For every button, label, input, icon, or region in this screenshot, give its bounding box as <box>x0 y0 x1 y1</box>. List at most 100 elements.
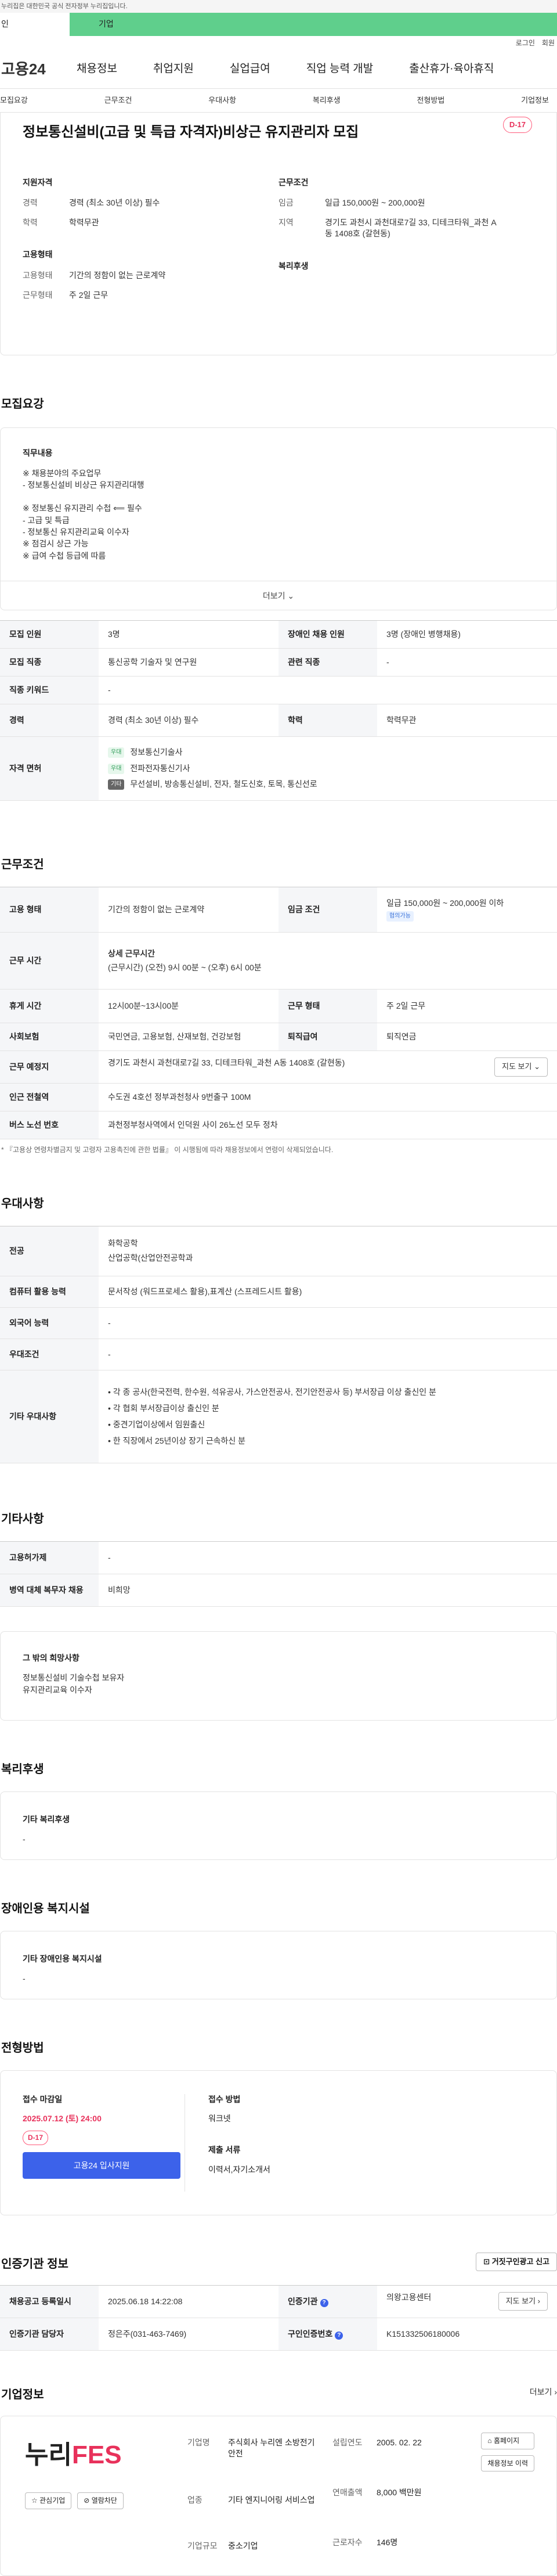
disfac-card: 기타 장애인용 복지시설 - <box>0 1930 557 1999</box>
company-employees: 146명 <box>377 2537 398 2547</box>
summary-value: 주 2일 근무 <box>69 290 108 300</box>
table-key: 전공 <box>0 1226 99 1276</box>
nav-item-employment-support[interactable]: 취업지원 <box>153 62 194 77</box>
table-row: 고용 형태 기간의 정함이 없는 근로계약 임금 조건 일급 150,000원 … <box>0 887 557 933</box>
anchor-welfare[interactable]: 복리후생 <box>313 95 341 106</box>
method-title: 접수 방법 <box>208 2094 241 2104</box>
table-row: 컴퓨터 활용 능력 문서작성 (워드프로세스 활용),표계산 (스프레드시트 활… <box>0 1276 557 1308</box>
summary-qual-title: 지원자격 <box>23 177 53 187</box>
anchor-tabs: 모집요강 근무조건 우대사항 복리후생 전형방법 기업정보 <box>0 88 557 113</box>
table-key: 학력 <box>278 704 377 737</box>
company-name: 주식회사 누리엔 소방전기안전 <box>228 2437 315 2459</box>
apply-button[interactable]: 고용24 입사지원 <box>23 2152 180 2179</box>
table-row: 근무 시간 상세 근무시간 (근무시간) (오전) 9시 00분 ~ (오후) 6… <box>0 932 557 990</box>
anchor-company[interactable]: 기업정보 <box>521 95 549 106</box>
logo-text: FES <box>71 2440 122 2469</box>
anchor-recruit[interactable]: 모집요강 <box>0 95 28 106</box>
location-cell: 경기도 과천시 과천대로7길 33, 디테크타워_과천 A동 1408호 (갈현… <box>99 1050 557 1084</box>
table-key: 근무 예정지 <box>0 1050 99 1084</box>
duty-more-button[interactable]: 더보기 ⌄ <box>1 581 556 610</box>
table-value: 주 2일 근무 <box>377 989 557 1023</box>
nav-item-leave[interactable]: 출산휴가·육아휴직 <box>409 62 494 77</box>
job-summary-card: 정보통신설비(고급 및 특급 자격자)비상근 유지관리자 모집 D-17 지원자… <box>0 112 557 355</box>
company-card: 누리FES ☆ 관심기업 ⊘ 열람차단 기업명 주식회사 누리엔 소방전기안전 업… <box>0 2415 557 2576</box>
map-label: 지도 보기 <box>502 1062 532 1071</box>
report-button[interactable]: ⊡ 거짓구인광고 신고 <box>476 2252 557 2271</box>
company-founded: 2005. 02. 22 <box>377 2437 422 2447</box>
table-value: 기간의 정함이 없는 근로계약 <box>99 887 278 933</box>
table-row: 우대조건 - <box>0 1339 557 1370</box>
table-key: 직종 키워드 <box>0 676 99 704</box>
table-value: • 각 종 공사(한국전력, 한수원, 석유공사, 가스안전공사, 전기안전공사… <box>99 1370 557 1463</box>
table-key: 고용허가제 <box>0 1541 99 1574</box>
help-icon[interactable]: ? <box>335 2331 343 2340</box>
agency-table: 채용공고 등록일시 2025.06.18 14:22:08 인증기관? 의왕고용… <box>0 2284 557 2351</box>
login-link[interactable]: 로그인 <box>516 38 535 48</box>
section-title-recruit: 모집요강 <box>1 398 44 411</box>
table-key: 경력 <box>0 704 99 737</box>
tab-personal[interactable]: 인 <box>0 13 70 36</box>
table-key: 인근 전철역 <box>0 1083 99 1111</box>
section-title-apply: 전형방법 <box>1 2041 44 2055</box>
anchor-pref[interactable]: 우대사항 <box>208 95 236 106</box>
block-company-button[interactable]: ⊘ 열람차단 <box>77 2492 124 2510</box>
table-key: 외국어 능력 <box>0 1307 99 1339</box>
duty-text: ※ 채용분야의 주요업무 - 정보통신설비 비상근 유지관리대행 ※ 정보통신 … <box>23 468 144 560</box>
table-value: 수도권 4호선 정부과천청사 9번출구 100M <box>99 1083 557 1111</box>
nav-item-unemployment[interactable]: 실업급여 <box>230 62 270 77</box>
summary-value: 학력무관 <box>69 217 99 227</box>
summary-key: 근무형태 <box>23 290 53 300</box>
homepage-label: 홈페이지 <box>494 2436 520 2445</box>
license-list: 우대 정보통신기술사 우대 전파전자통신기사 기타 무선설비, 방송통신설비, 전자,… <box>99 736 557 801</box>
signup-link[interactable]: 회원 <box>542 38 555 48</box>
agency-org-cell: 의왕고용센터 지도 보기 › <box>377 2285 557 2318</box>
job-history-button[interactable]: 채용정보 이력 <box>481 2455 534 2472</box>
dday-badge: D-17 <box>23 2130 49 2145</box>
company-key: 기업명 <box>187 2437 210 2447</box>
recruit-table: 모집 인원 3명 장애인 채용 인원 3명 (장애인 병행채용) 모집 직종 통… <box>0 620 557 801</box>
anchor-apply[interactable]: 전형방법 <box>417 95 445 106</box>
pref-table: 전공 화학공학 산업공학(산업안전공학과 컴퓨터 활용 능력 문서작성 (워드프로… <box>0 1225 557 1463</box>
table-key: 장애인 채용 인원 <box>278 620 377 649</box>
summary-type-title: 고용형태 <box>23 250 53 260</box>
cert-key-cell: 구인인증번호? <box>278 2318 377 2351</box>
map-button[interactable]: 지도 보기 ⌄ <box>494 1057 548 1077</box>
tab-company[interactable]: 기업 <box>70 13 139 36</box>
docs-value: 이력서,자기소개서 <box>208 2164 270 2174</box>
license-tag: 우대 <box>108 747 125 758</box>
table-value: 2025.06.18 14:22:08 <box>99 2285 278 2318</box>
table-value: - <box>99 1307 557 1339</box>
table-value: 정은주(031-463-7469) <box>99 2318 278 2351</box>
welfare-text: - <box>23 1834 26 1844</box>
table-key: 휴게 시간 <box>0 989 99 1023</box>
table-key: 모집 직종 <box>0 648 99 677</box>
table-value: 일급 150,000원 ~ 200,000원 이하 <box>386 898 504 908</box>
table-value: 3명 <box>99 620 278 649</box>
site-logo[interactable]: 고용24 <box>1 59 77 80</box>
license-name: 전파전자통신기사 <box>130 763 190 773</box>
anchor-work[interactable]: 근무조건 <box>104 95 132 106</box>
nav-item-jobs[interactable]: 채용정보 <box>77 62 117 77</box>
homepage-button[interactable]: ⌂ 홈페이지 <box>481 2432 534 2449</box>
summary-value: 경기도 과천시 과천대로7길 33, 디테크타워_과천 A동 1408호 (갈현… <box>325 217 497 239</box>
wish-text: 정보통신설비 기술수첩 보유자 유지관리교육 이수자 <box>23 1673 125 1694</box>
help-icon[interactable]: ? <box>320 2298 328 2307</box>
wish-card: 그 밖의 희망사항 정보통신설비 기술수첩 보유자 유지관리교육 이수자 <box>0 1631 557 1721</box>
summary-value: 경력 (최소 30년 이상) 필수 <box>69 198 160 208</box>
nav-item-training[interactable]: 직업 능력 개발 <box>306 62 373 77</box>
table-key: 모집 인원 <box>0 620 99 649</box>
table-key: 컴퓨터 활용 능력 <box>0 1276 99 1308</box>
map-button[interactable]: 지도 보기 › <box>498 2292 548 2311</box>
table-value: 3명 (장애인 병행채용) <box>377 620 557 649</box>
report-label: 거짓구인광고 신고 <box>491 2257 549 2266</box>
util-menu: 로그인 회원 <box>0 36 557 50</box>
agency-key-cell: 인증기관? <box>278 2285 377 2318</box>
deadline-title: 접수 마감일 <box>23 2094 63 2104</box>
section-title-company: 기업정보 더보기 › <box>0 2387 557 2403</box>
table-key: 근무 시간 <box>0 932 99 990</box>
time-cell: 상세 근무시간 (근무시간) (오전) 9시 00분 ~ (오후) 6시 00분 <box>99 932 557 990</box>
table-key: 근무 형태 <box>278 989 377 1023</box>
summary-key: 고용형태 <box>23 270 53 280</box>
favorite-company-button[interactable]: ☆ 관심기업 <box>25 2492 72 2510</box>
company-more-link[interactable]: 더보기 › <box>530 2387 557 2398</box>
